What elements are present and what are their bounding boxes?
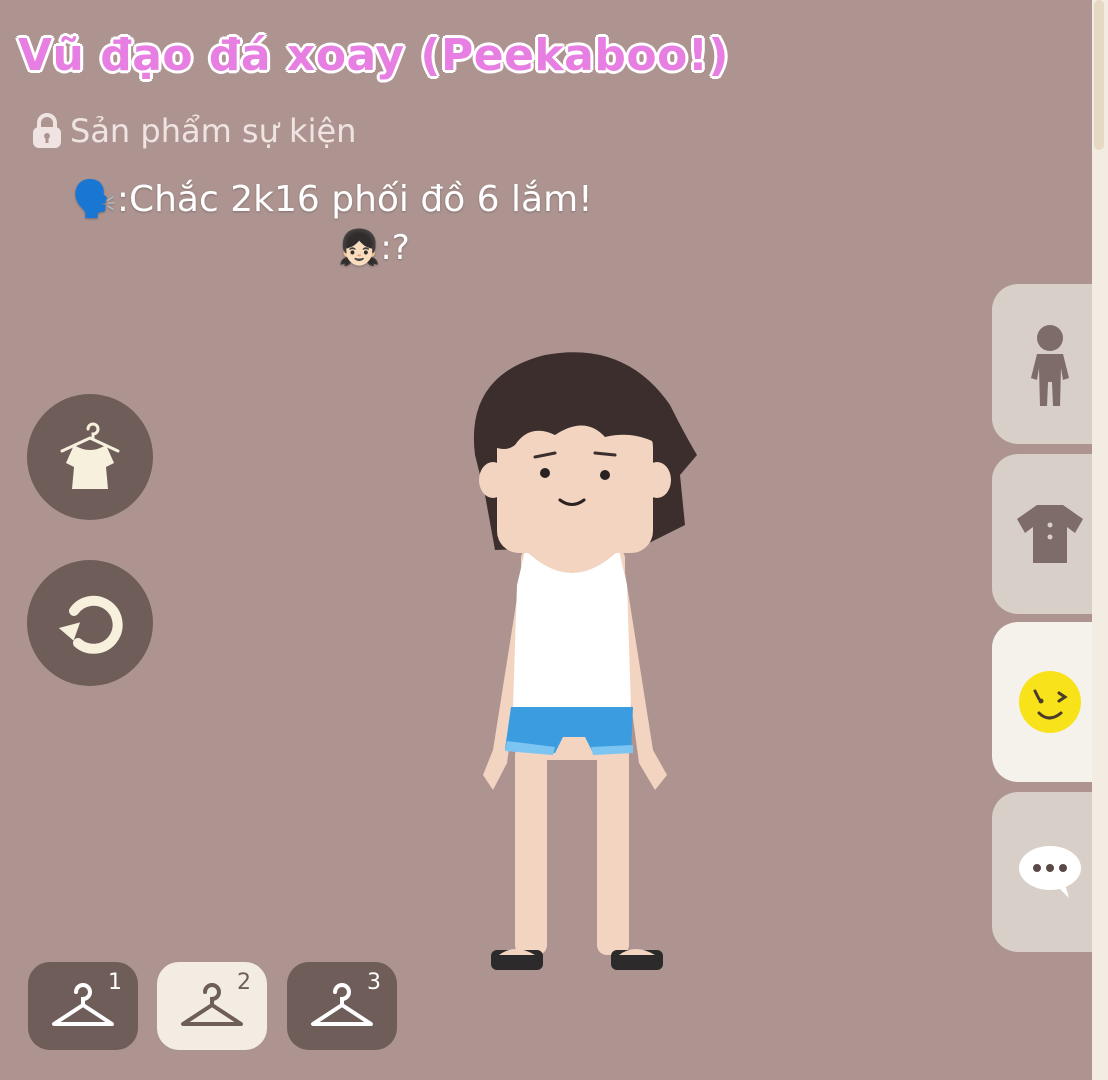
girl-emoji: 👧🏻	[338, 228, 381, 268]
rotate-button[interactable]	[27, 560, 153, 686]
outfit-hanger-icon	[60, 422, 120, 489]
avatar-character[interactable]	[435, 345, 715, 985]
caption-line-1-text: :Chắc 2k16 phối đồ 6 lắm!	[116, 178, 593, 220]
slot-number: 1	[108, 970, 122, 995]
speaking-head-emoji: 🗣️	[72, 179, 117, 220]
slot-number: 2	[237, 970, 251, 995]
caption-line-2-text: :?	[380, 228, 410, 268]
item-title: Vũ đạo đá xoay (Peekaboo!)	[18, 30, 730, 81]
caption-line-1: 🗣️ :Chắc 2k16 phối đồ 6 lắm!	[72, 178, 593, 221]
outfit-slot-3[interactable]: 3	[287, 962, 397, 1050]
rotate-icon	[58, 595, 123, 654]
subtitle-text: Sản phẩm sự kiện	[70, 112, 357, 150]
tab-emote[interactable]	[992, 622, 1108, 782]
chat-bubble-icon	[1019, 846, 1081, 898]
lock-icon	[33, 113, 61, 148]
outfit-slot-1[interactable]: 1	[28, 962, 138, 1050]
outfit-button[interactable]	[27, 394, 153, 520]
scrollbar-thumb[interactable]	[1094, 0, 1104, 150]
body-icon	[1031, 325, 1069, 406]
emote-face-icon	[1019, 671, 1081, 733]
scrollbar[interactable]	[1092, 0, 1108, 1080]
tab-chat[interactable]	[992, 792, 1108, 952]
clothing-icon	[1017, 505, 1083, 563]
tab-clothing[interactable]	[992, 454, 1108, 614]
event-item-label: Sản phẩm sự kiện	[30, 112, 356, 150]
caption-line-2: 👧🏻 :?	[338, 228, 410, 268]
slot-number: 3	[367, 970, 381, 995]
outfit-slot-2[interactable]: 2	[157, 962, 267, 1050]
tab-body[interactable]	[992, 284, 1108, 444]
